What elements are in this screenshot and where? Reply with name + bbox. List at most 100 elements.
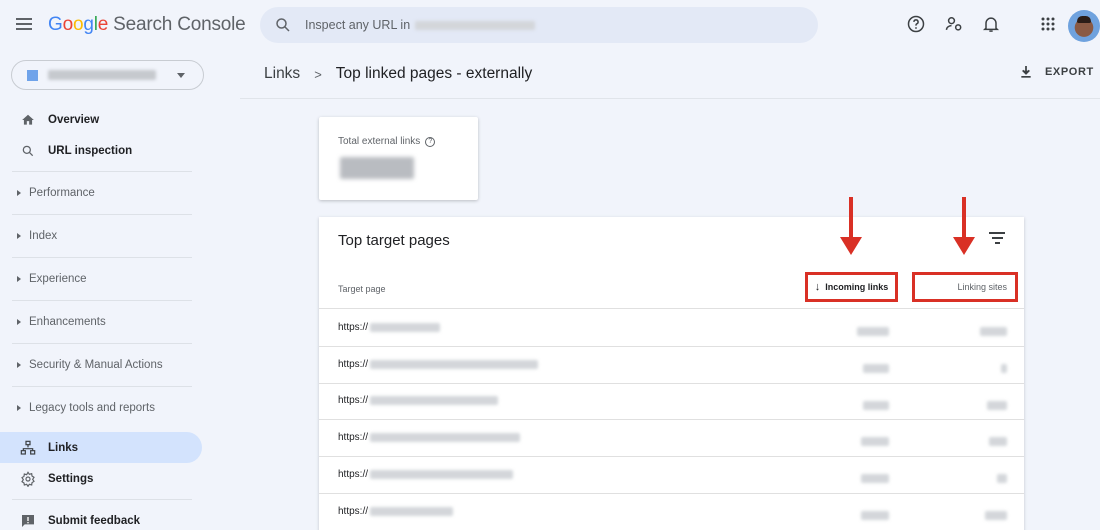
sidebar-item-overview[interactable]: Overview [0, 104, 205, 135]
users-settings-button[interactable] [943, 13, 965, 35]
table-row[interactable]: https:// [319, 347, 1024, 384]
google-apps-button[interactable] [1037, 13, 1059, 35]
manage-users-icon [945, 17, 962, 31]
expand-triangle-icon [17, 276, 21, 282]
sidebar-section-experience[interactable]: Experience [0, 258, 205, 300]
column-header-target-page[interactable]: Target page [338, 284, 386, 294]
table-row[interactable]: https:// [319, 310, 1024, 347]
home-icon [20, 112, 36, 128]
sidebar-section-security[interactable]: Security & Manual Actions [0, 344, 205, 386]
target-page-url[interactable]: https:// [338, 505, 454, 517]
search-icon [276, 18, 290, 32]
redacted-url [370, 433, 521, 443]
annotation-arrow-incoming [840, 197, 862, 257]
incoming-links-value [861, 507, 889, 525]
table-row[interactable]: https:// [319, 420, 1024, 458]
redacted-value [997, 474, 1007, 484]
table-row[interactable]: https:// [319, 494, 1024, 530]
sidebar-section-label: Legacy tools and reports [29, 402, 155, 414]
filter-icon-bar [994, 242, 1000, 244]
arrow-down-icon: ↓ [814, 281, 821, 293]
sidebar-item-label: Settings [48, 472, 94, 485]
column-header-label: Incoming links [825, 282, 889, 292]
expand-triangle-icon [17, 319, 21, 325]
redacted-property-name [48, 70, 156, 80]
hamburger-icon-bar [16, 23, 32, 25]
redacted-value [989, 437, 1007, 447]
linking-sites-value [980, 323, 1007, 341]
property-selector[interactable] [11, 60, 204, 90]
export-label: EXPORT [1045, 66, 1094, 78]
sidebar-section-label: Experience [29, 273, 87, 285]
expand-triangle-icon [17, 190, 21, 196]
logo-letter: o [72, 14, 84, 35]
linking-sites-value [987, 396, 1007, 414]
sidebar-section-index[interactable]: Index [0, 215, 205, 257]
sidebar-section-label: Enhancements [29, 316, 106, 328]
bell-icon [982, 17, 1000, 32]
column-header-incoming-links[interactable]: ↓ Incoming links [805, 272, 898, 302]
property-favicon [27, 69, 38, 81]
linking-sites-value [997, 470, 1007, 488]
redacted-value [857, 327, 889, 337]
total-external-links-card: Total external links ? [319, 117, 478, 200]
page-title: Top linked pages - externally [335, 65, 533, 82]
redacted-value [1001, 363, 1007, 373]
card-title: Top target pages [338, 232, 450, 249]
breadcrumb: Links > Top linked pages - externally [264, 65, 532, 83]
table-row[interactable]: https:// [319, 383, 1024, 421]
filter-icon-bar [991, 237, 1003, 239]
help-icon[interactable]: ? [425, 136, 436, 147]
notifications-button[interactable] [980, 13, 1002, 35]
search-placeholder: Inspect any URL in [305, 18, 411, 32]
export-button[interactable]: EXPORT [1018, 64, 1094, 80]
url-prefix: https:// [338, 505, 369, 517]
sidebar-section-enhancements[interactable]: Enhancements [0, 301, 205, 343]
linking-sites-value [985, 507, 1007, 525]
redacted-value [863, 363, 889, 373]
redacted-property-name [415, 20, 536, 30]
sidebar-item-url-inspection[interactable]: URL inspection [0, 135, 205, 166]
sidebar-item-label: URL inspection [48, 144, 133, 157]
target-page-url[interactable]: https:// [338, 432, 521, 444]
redacted-value [861, 474, 889, 484]
sidebar-item-links[interactable]: Links [0, 432, 202, 463]
redacted-value [340, 157, 414, 179]
account-avatar[interactable] [1068, 10, 1100, 42]
divider [12, 499, 192, 500]
sidebar-item-submit-feedback[interactable]: Submit feedback [0, 505, 205, 530]
target-page-url[interactable]: https:// [338, 395, 499, 407]
expand-triangle-icon [17, 233, 21, 239]
redacted-value [980, 327, 1007, 337]
breadcrumb-separator-icon: > [314, 66, 322, 82]
linking-sites-value [1001, 360, 1007, 378]
target-page-url[interactable]: https:// [338, 469, 514, 480]
main-menu-button[interactable] [16, 15, 36, 35]
redacted-value [987, 400, 1007, 410]
expand-triangle-icon [17, 405, 21, 411]
sidebar-section-label: Security & Manual Actions [29, 359, 163, 371]
table-row[interactable]: https:// [319, 457, 1024, 494]
sidebar-section-performance[interactable]: Performance [0, 172, 205, 214]
breadcrumb-links[interactable]: Links [264, 65, 300, 83]
url-inspection-search[interactable]: Inspect any URL in [260, 7, 818, 43]
help-button[interactable] [905, 13, 927, 35]
url-prefix: https:// [338, 432, 369, 444]
filter-icon [989, 232, 1005, 234]
sidebar-nav: Overview URL inspection Performance Inde… [0, 104, 205, 530]
column-header-linking-sites[interactable]: Linking sites [912, 272, 1018, 302]
summary-value-redacted [340, 157, 414, 179]
apps-grid-icon [1041, 17, 1055, 31]
target-page-url[interactable]: https:// [338, 359, 539, 370]
redacted-value [861, 510, 889, 520]
gear-icon [20, 470, 36, 487]
sidebar-section-legacy-tools[interactable]: Legacy tools and reports [0, 387, 205, 429]
search-icon [20, 143, 36, 159]
filter-button[interactable] [989, 232, 1005, 246]
sidebar-item-settings[interactable]: Settings [0, 463, 205, 494]
app-logo[interactable]: Google Search Console [48, 14, 246, 36]
url-prefix: https:// [338, 395, 369, 407]
target-page-url[interactable]: https:// [338, 322, 441, 333]
sidebar-section-label: Performance [29, 187, 95, 199]
incoming-links-value [863, 396, 889, 414]
